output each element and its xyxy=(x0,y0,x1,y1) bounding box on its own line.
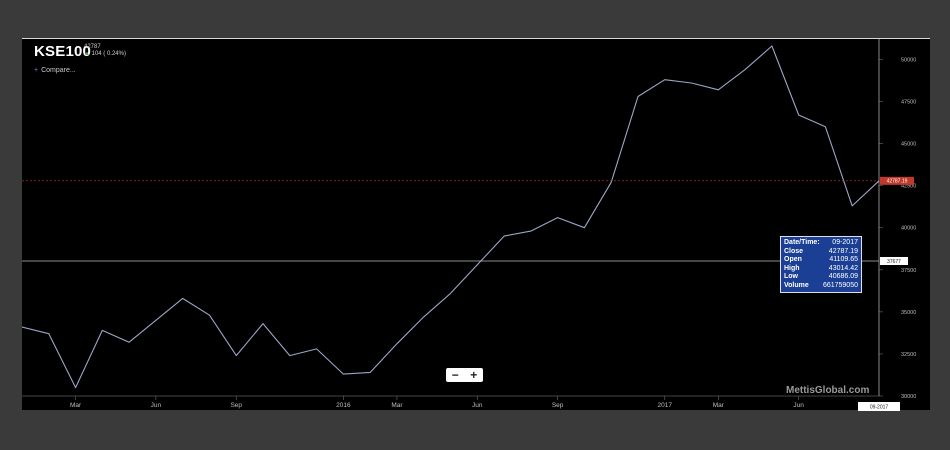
x-tick-label: Mar xyxy=(70,402,82,409)
price-chart[interactable]: 3000032500350003750040000425004500047500… xyxy=(22,39,930,411)
tooltip-key: Volume xyxy=(784,281,809,289)
tooltip-key: Open xyxy=(784,256,802,264)
tooltip-value: 43014.42 xyxy=(828,264,858,272)
tooltip-value: 09-2017 xyxy=(832,239,858,246)
tooltip-value: 41109.65 xyxy=(829,256,858,264)
x-tick-label: 2017 xyxy=(658,402,673,409)
tooltip-key: High xyxy=(784,264,800,272)
change-text: 104 ( 0.24%) xyxy=(91,51,126,57)
x-tick-label: 2016 xyxy=(336,402,351,409)
crosshair-y-tag-label: 37677 xyxy=(887,259,901,265)
y-tick-label: 40000 xyxy=(901,226,916,232)
y-tick-label: 37500 xyxy=(901,268,916,274)
x-tick-label: Mar xyxy=(713,402,725,409)
y-tick-label: 45000 xyxy=(901,142,916,148)
x-tick-label: Mar xyxy=(391,402,403,409)
y-tick-label: 35000 xyxy=(901,310,916,316)
tooltip-key: Close xyxy=(784,247,804,255)
chart-frame: 30000 32500 35000 37500 40000 42500 45000 47500… xyxy=(22,38,930,411)
x-tick-label: Jun xyxy=(151,402,162,409)
watermark: MettisGlobal.com xyxy=(786,385,870,396)
plus-icon: + xyxy=(34,67,39,74)
y-tick-label: 32500 xyxy=(901,352,916,358)
symbol-title: KSE100 xyxy=(34,43,92,60)
zoom-in-button[interactable]: + xyxy=(470,369,477,381)
zoom-out-button[interactable]: − xyxy=(452,369,459,381)
data-tooltip: Date/Time: 09-2017 Close 42787.19 Open 4110… xyxy=(780,236,862,293)
x-tick-label: Sep xyxy=(230,402,242,409)
tooltip-value: 42787.19 xyxy=(828,247,858,255)
up-arrow-icon: ▲ xyxy=(84,51,90,57)
compare-button[interactable]: + Compare... xyxy=(34,67,76,74)
y-tick-label: 30000 xyxy=(901,394,916,400)
tooltip-key: Low xyxy=(784,273,798,281)
change-value: ▲ 104 ( 0.24%) xyxy=(84,51,126,57)
tooltip-value: 40686.09 xyxy=(828,273,858,281)
zoom-controls: − + xyxy=(446,368,483,382)
y-tick-label: 47500 xyxy=(901,100,916,106)
last-value: 42787 xyxy=(84,44,101,50)
tooltip-key: Date/Time: xyxy=(784,239,820,246)
x-tick-label: Jun xyxy=(793,402,804,409)
last-price-tag-label: 42787.19 xyxy=(887,179,908,185)
compare-label: Compare... xyxy=(41,67,76,74)
tooltip-value: 661759050 xyxy=(822,281,858,289)
y-tick-label: 50000 xyxy=(901,57,916,63)
x-tick-label: Jun xyxy=(472,402,483,409)
x-tick-label: Sep xyxy=(552,402,564,409)
price-line xyxy=(22,45,880,389)
crosshair-x-tag-label: 09-2017 xyxy=(870,405,889,411)
